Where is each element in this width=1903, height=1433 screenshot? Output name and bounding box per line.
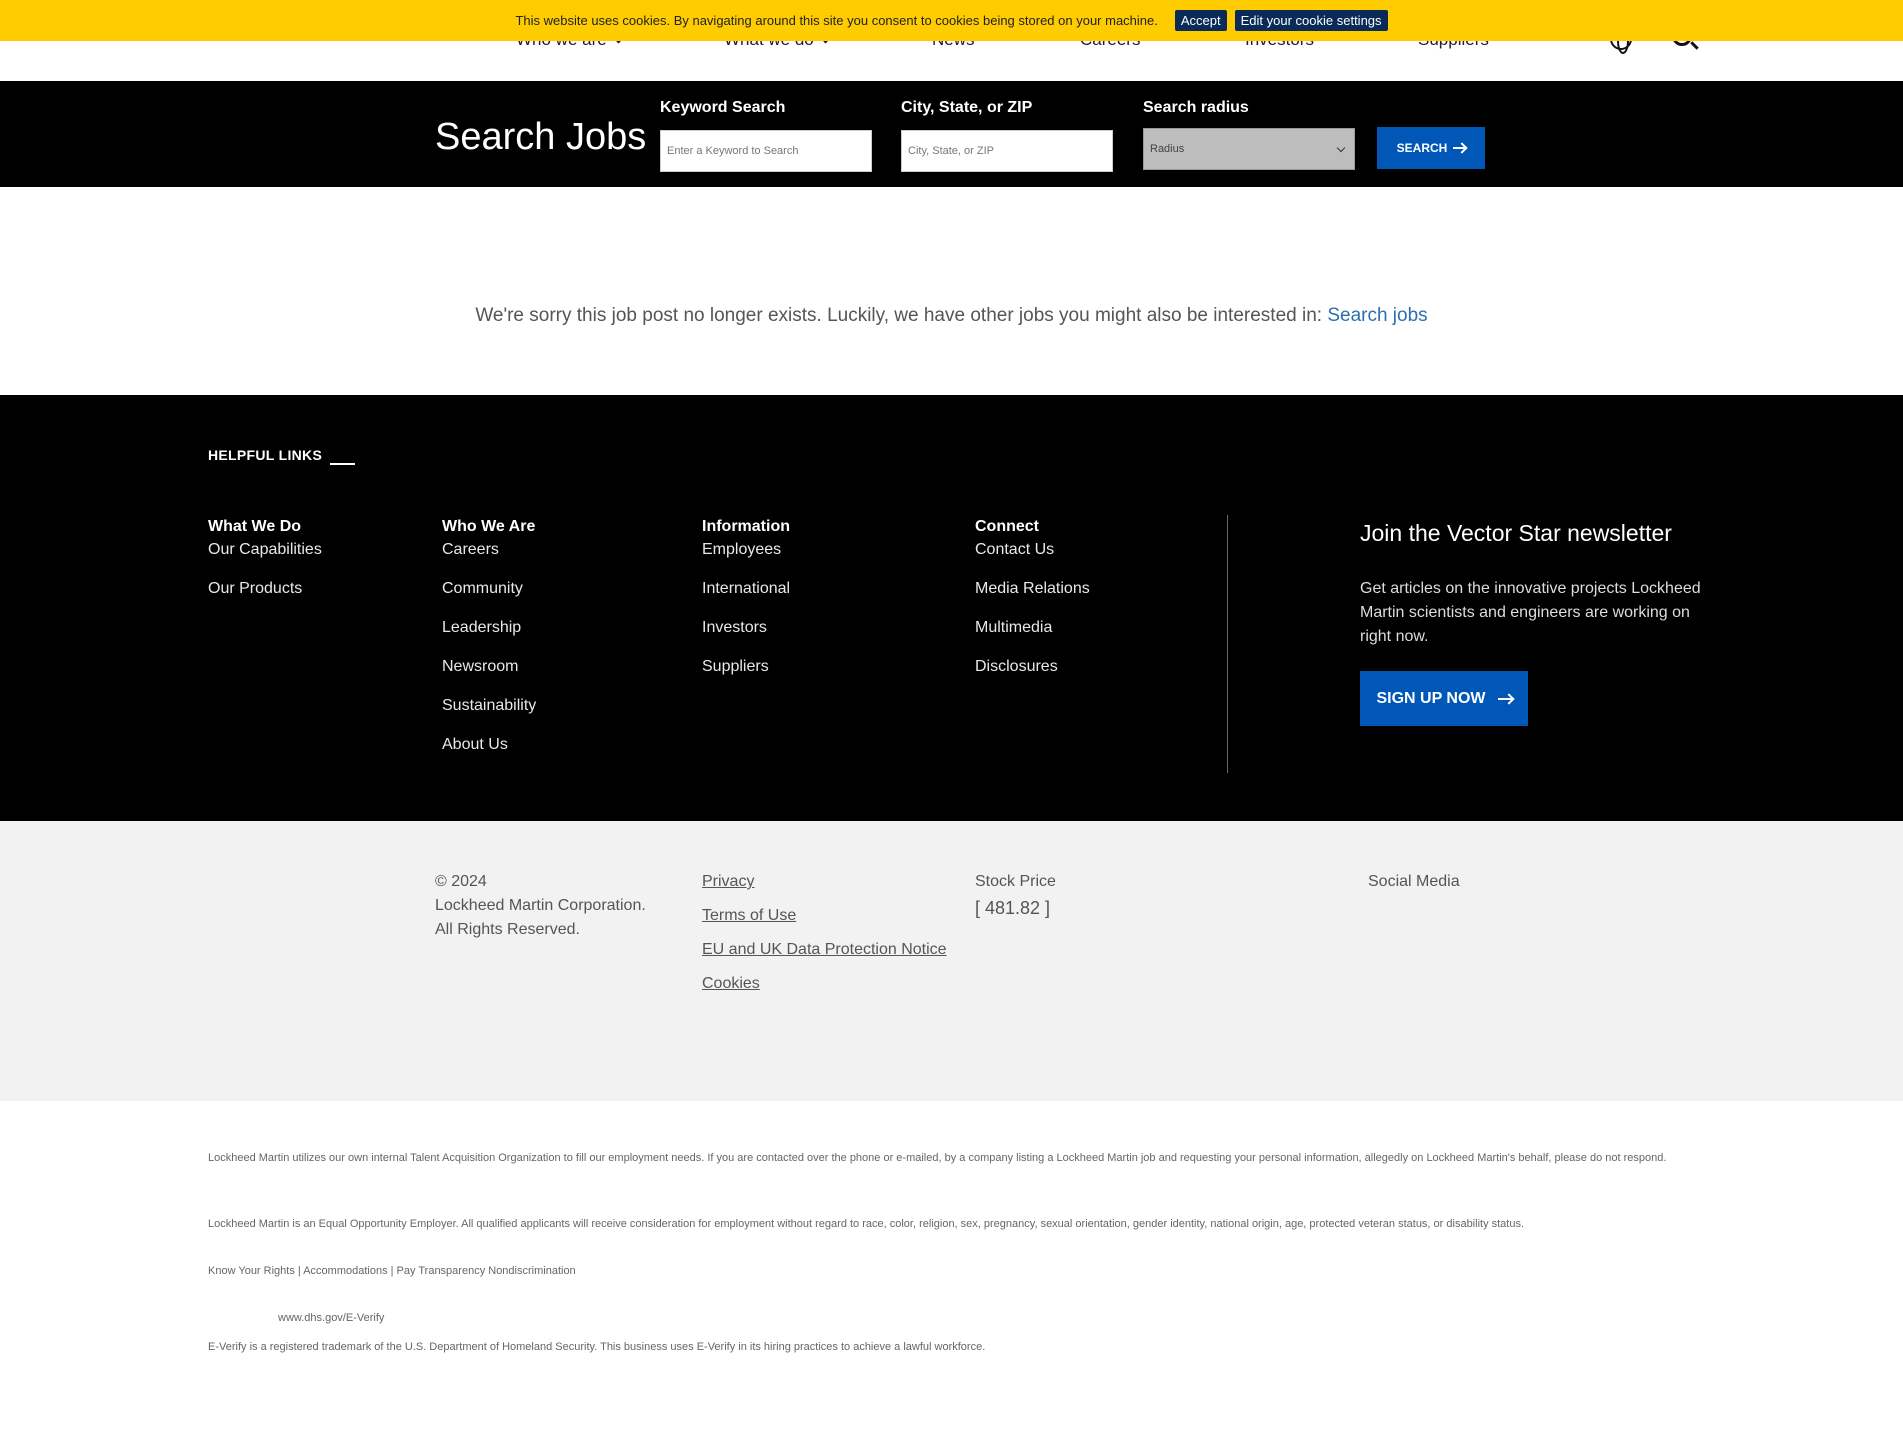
footer-col-heading[interactable]: Connect — [975, 518, 1090, 536]
company-name: Lockheed Martin Corporation. — [435, 897, 646, 914]
radius-select[interactable]: Radius — [1143, 128, 1355, 170]
footer-col-heading[interactable]: Who We Are — [442, 518, 536, 536]
cookie-settings-button[interactable]: Edit your cookie settings — [1234, 10, 1388, 31]
keyword-label: Keyword Search — [660, 99, 786, 116]
chevron-down-icon — [1336, 143, 1346, 153]
signup-button[interactable]: SIGN UP NOW — [1360, 671, 1528, 726]
search-button[interactable]: SEARCH — [1377, 127, 1485, 169]
footer-link[interactable]: Investors — [702, 618, 790, 657]
copyright-block: © 2024 Lockheed Martin Corporation. All … — [435, 870, 646, 942]
stock-price-block: Stock Price [ 481.82 ] — [975, 870, 1056, 920]
social-media-block: Social Media — [1368, 870, 1460, 894]
cookie-message: This website uses cookies. By navigating… — [515, 13, 1158, 28]
footer-link[interactable]: Multimedia — [975, 618, 1090, 657]
footer-link[interactable]: Community — [442, 579, 536, 618]
stock-label: Stock Price — [975, 873, 1056, 890]
terms-link[interactable]: Terms of Use — [702, 904, 947, 928]
arrow-right-icon — [1497, 697, 1512, 700]
radius-label: Search radius — [1143, 99, 1249, 116]
footer-link[interactable]: Newsroom — [442, 657, 536, 696]
helpful-links-heading: HELPFUL LINKS — [208, 447, 323, 463]
footer-link[interactable]: Media Relations — [975, 579, 1090, 618]
legal-rights-links[interactable]: Know Your Rights | Accommodations | Pay … — [208, 1262, 1738, 1281]
footer-link[interactable]: Disclosures — [975, 657, 1090, 696]
cookie-banner: This website uses cookies. By navigating… — [0, 0, 1903, 41]
newsletter-title: Join the Vector Star newsletter — [1360, 520, 1672, 546]
rights-text: All Rights Reserved. — [435, 921, 580, 938]
cookie-accept-button[interactable]: Accept — [1174, 10, 1227, 31]
social-media-label: Social Media — [1368, 873, 1460, 890]
footer-bottom: © 2024 Lockheed Martin Corporation. All … — [0, 821, 1903, 1101]
search-jobs-link[interactable]: Search jobs — [1327, 305, 1427, 326]
data-protection-link[interactable]: EU and UK Data Protection Notice — [702, 938, 947, 962]
cookies-link[interactable]: Cookies — [702, 972, 947, 996]
footer-link[interactable]: Employees — [702, 540, 790, 579]
location-label: City, State, or ZIP — [901, 99, 1033, 116]
footer-link[interactable]: About Us — [442, 735, 536, 774]
footer-link[interactable]: Our Products — [208, 579, 322, 618]
footer-divider — [1227, 515, 1228, 773]
footer-link[interactable]: Contact Us — [975, 540, 1090, 579]
footer-link[interactable]: International — [702, 579, 790, 618]
footer-col-heading[interactable]: What We Do — [208, 518, 322, 536]
footer-col-connect: Connect Contact Us Media Relations Multi… — [975, 518, 1090, 696]
location-input[interactable]: City, State, or ZIP — [901, 130, 1113, 172]
divider — [330, 463, 355, 465]
footer-col-who-we-are: Who We Are Careers Community Leadership … — [442, 518, 536, 774]
newsletter-text: Get articles on the innovative projects … — [1360, 580, 1701, 645]
footer-col-heading[interactable]: Information — [702, 518, 790, 536]
footer-link[interactable]: Suppliers — [702, 657, 790, 696]
footer-link[interactable]: Our Capabilities — [208, 540, 322, 579]
search-jobs-bar: Search Jobs Keyword Search Enter a Keywo… — [0, 81, 1903, 187]
footer-link[interactable]: Leadership — [442, 618, 536, 657]
copyright-year: © 2024 — [435, 873, 487, 890]
footer-link[interactable]: Careers — [442, 540, 536, 579]
privacy-link[interactable]: Privacy — [702, 870, 947, 894]
keyword-input[interactable]: Enter a Keyword to Search — [660, 130, 872, 172]
footer-col-information: Information Employees International Inve… — [702, 518, 790, 696]
footer-links: HELPFUL LINKS What We Do Our Capabilitie… — [0, 395, 1903, 821]
stock-value: [ 481.82 ] — [975, 898, 1051, 918]
search-title: Search Jobs — [435, 116, 647, 158]
job-not-found-message: We're sorry this job post no longer exis… — [475, 305, 1428, 326]
legal-eeo-statement: Lockheed Martin is an Equal Opportunity … — [208, 1218, 1525, 1230]
legal-everify-notice: E-Verify is a registered trademark of th… — [208, 1341, 986, 1353]
arrow-right-icon — [1453, 147, 1466, 149]
everify-link[interactable]: www.dhs.gov/E-Verify — [278, 1309, 578, 1328]
legal-recruiting-notice: Lockheed Martin utilizes our own interna… — [208, 1152, 1667, 1164]
legal-links: Privacy Terms of Use EU and UK Data Prot… — [702, 870, 947, 1006]
footer-link[interactable]: Sustainability — [442, 696, 536, 735]
footer-col-what-we-do: What We Do Our Capabilities Our Products — [208, 518, 322, 618]
